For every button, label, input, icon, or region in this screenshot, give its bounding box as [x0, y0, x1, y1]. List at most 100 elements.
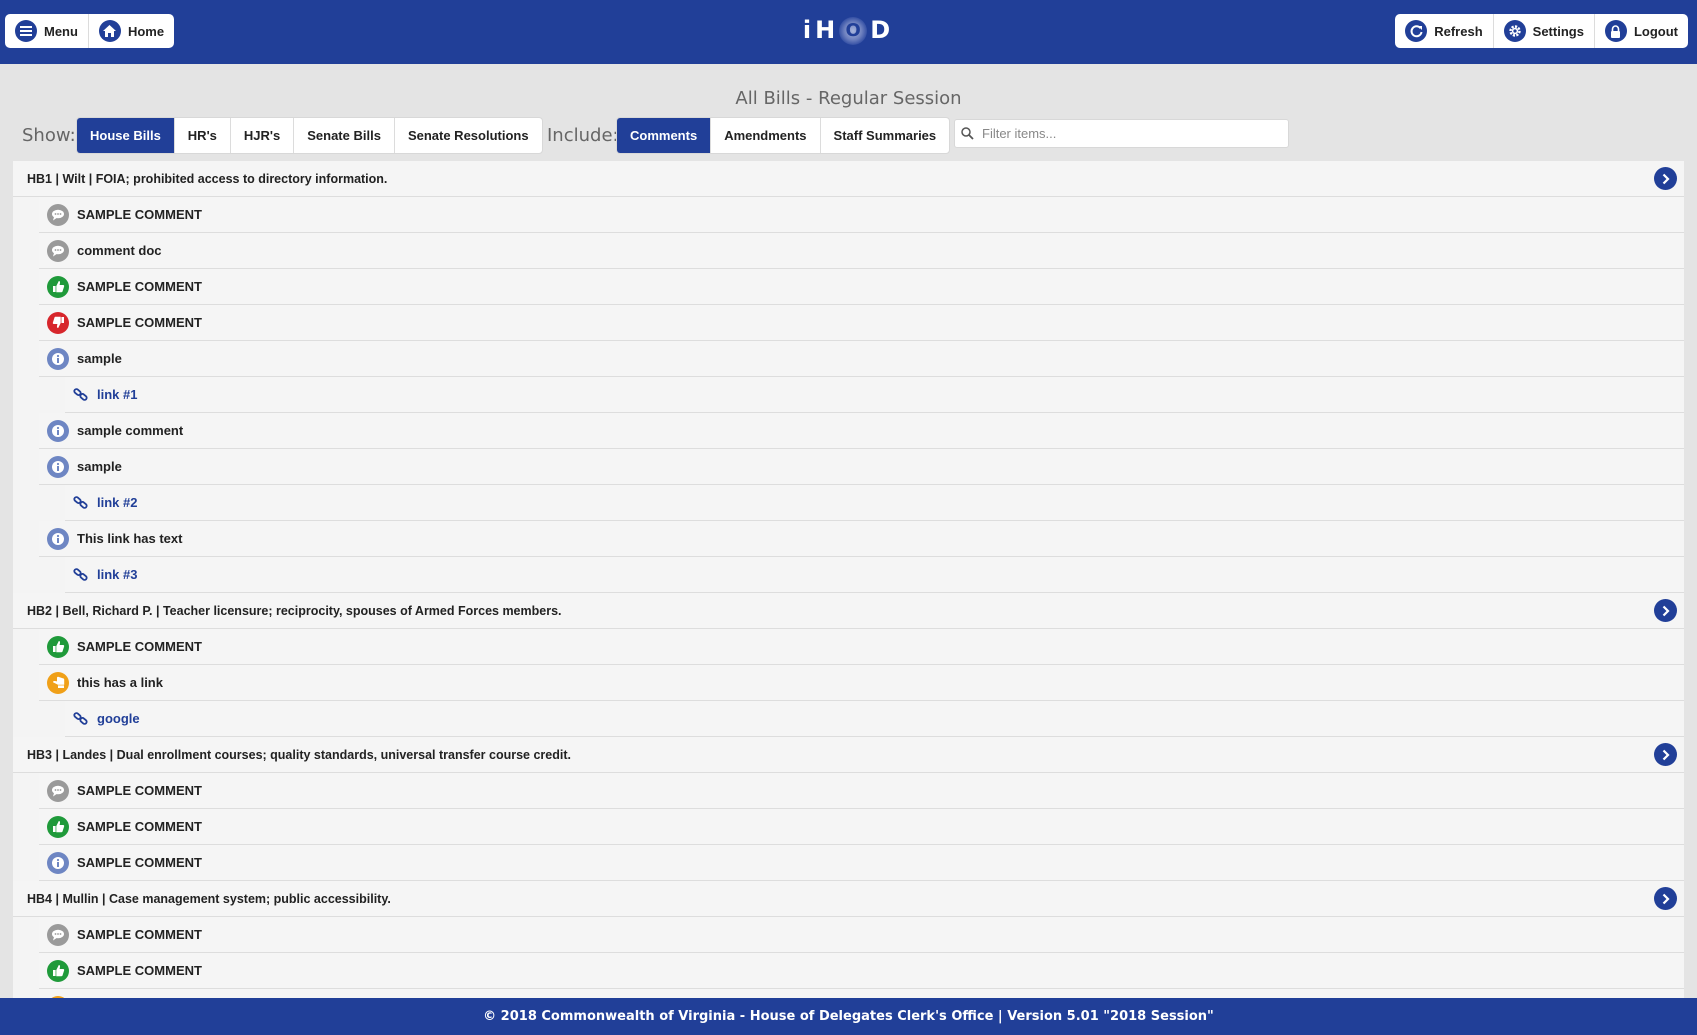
include-option-amendments[interactable]: Amendments [711, 118, 821, 153]
link-text[interactable]: link #3 [97, 567, 137, 582]
footer: © 2018 Commonwealth of Virginia - House … [0, 998, 1697, 1035]
comment-text: SAMPLE COMMENT [77, 639, 202, 654]
info-icon [47, 419, 69, 442]
include-option-comments[interactable]: Comments [617, 118, 712, 153]
comment-text: SAMPLE COMMENT [77, 279, 202, 294]
speech-bubble-icon [47, 203, 69, 226]
thumbs-up-icon [47, 275, 69, 298]
show-option-hrs[interactable]: HR's [175, 118, 231, 153]
show-option-house-bills[interactable]: House Bills [77, 118, 175, 153]
include-segmented-control: Comments Amendments Staff Summaries [616, 117, 951, 154]
comment-row[interactable]: SAMPLE COMMENT [39, 197, 1684, 233]
comment-text: sample comment [77, 423, 184, 438]
chevron-right-icon[interactable] [1654, 167, 1677, 190]
comment-row[interactable]: SAMPLE COMMENT [39, 809, 1684, 845]
comment-text: SAMPLE COMMENT [77, 855, 202, 870]
comment-row[interactable]: SAMPLE COMMENT [39, 989, 1684, 998]
comment-text: SAMPLE COMMENT [77, 207, 202, 222]
link-row[interactable]: link #1 [65, 377, 1684, 413]
logo-letter-i: i [802, 16, 816, 44]
comment-row[interactable]: This link has text [39, 521, 1684, 557]
chevron-right-icon[interactable] [1654, 599, 1677, 622]
bill-header[interactable]: HB3 | Landes | Dual enrollment courses; … [13, 737, 1684, 773]
thumbs-up-icon [47, 635, 69, 658]
top-bar: Menu Home iH O D Refresh Settings Logout [0, 0, 1697, 64]
info-icon [47, 527, 69, 550]
logout-button[interactable]: Logout [1595, 14, 1688, 48]
comment-row[interactable]: sample comment [39, 413, 1684, 449]
comment-row[interactable]: SAMPLE COMMENT [39, 305, 1684, 341]
thumbs-up-icon [47, 959, 69, 982]
gear-icon [1503, 20, 1526, 42]
link-text[interactable]: link #1 [97, 387, 137, 402]
comment-row[interactable]: SAMPLE COMMENT [39, 629, 1684, 665]
bill-list: HB1 | Wilt | FOIA; prohibited access to … [13, 161, 1684, 998]
link-row[interactable]: google [65, 701, 1684, 737]
thumbs-down-icon [47, 311, 69, 334]
lock-icon [1604, 20, 1627, 42]
comment-text: SAMPLE COMMENT [77, 315, 202, 330]
logo-letter-o: O [839, 17, 868, 45]
comment-row[interactable]: SAMPLE COMMENT [39, 845, 1684, 881]
bill-header[interactable]: HB4 | Mullin | Case management system; p… [13, 881, 1684, 917]
bill-header[interactable]: HB1 | Wilt | FOIA; prohibited access to … [13, 161, 1684, 197]
link-icon [73, 567, 88, 582]
link-icon [73, 711, 88, 726]
refresh-icon [1405, 20, 1428, 42]
comment-row[interactable]: SAMPLE COMMENT [39, 773, 1684, 809]
comment-row[interactable]: sample [39, 449, 1684, 485]
comment-text: This link has text [77, 531, 183, 546]
logout-button-label: Logout [1633, 23, 1678, 39]
chevron-right-icon[interactable] [1654, 743, 1677, 766]
chevron-right-icon[interactable] [1654, 887, 1677, 910]
logo-letter-h: H [815, 16, 840, 44]
logo-letter-d: D [870, 16, 895, 44]
filter-toolbar: Show: House Bills HR's HJR's Senate Bill… [0, 117, 1697, 154]
comment-row[interactable]: comment doc [39, 233, 1684, 269]
comment-text: comment doc [77, 243, 162, 258]
show-option-senate-bills[interactable]: Senate Bills [294, 118, 395, 153]
include-option-staff-summaries[interactable]: Staff Summaries [821, 118, 950, 153]
bill-title: HB2 | Bell, Richard P. | Teacher licensu… [27, 603, 562, 618]
info-icon [47, 455, 69, 478]
comment-text: SAMPLE COMMENT [77, 963, 202, 978]
speech-bubble-icon [47, 779, 69, 802]
comment-text: sample [77, 351, 122, 366]
comment-text: SAMPLE COMMENT [77, 783, 202, 798]
speech-bubble-icon [47, 239, 69, 262]
search-icon [961, 127, 974, 140]
settings-button[interactable]: Settings [1494, 14, 1595, 48]
show-segmented-control: House Bills HR's HJR's Senate Bills Sena… [76, 117, 543, 154]
thumbs-up-icon [47, 815, 69, 838]
bill-title: HB4 | Mullin | Case management system; p… [27, 891, 391, 906]
filter-search-box [954, 119, 1289, 148]
filter-search-input[interactable] [980, 120, 1274, 147]
action-button-group: Refresh Settings Logout [1395, 14, 1688, 48]
settings-button-label: Settings [1532, 23, 1584, 39]
link-icon [73, 387, 88, 402]
bill-header[interactable]: HB2 | Bell, Richard P. | Teacher licensu… [13, 593, 1684, 629]
refresh-button-label: Refresh [1434, 23, 1483, 39]
link-row[interactable]: link #2 [65, 485, 1684, 521]
link-text[interactable]: google [97, 711, 140, 726]
include-label: Include: [547, 125, 619, 146]
info-icon [47, 851, 69, 874]
comment-row[interactable]: this has a link [39, 665, 1684, 701]
comment-text: SAMPLE COMMENT [77, 819, 202, 834]
comment-row[interactable]: SAMPLE COMMENT [39, 269, 1684, 305]
comment-text: sample [77, 459, 122, 474]
link-icon [73, 495, 88, 510]
page-title: All Bills - Regular Session [735, 88, 962, 109]
refresh-button[interactable]: Refresh [1395, 14, 1494, 48]
link-text[interactable]: link #2 [97, 495, 137, 510]
comment-row[interactable]: sample [39, 341, 1684, 377]
thumbs-sideways-icon [47, 671, 69, 694]
bill-title: HB1 | Wilt | FOIA; prohibited access to … [27, 171, 388, 186]
comment-row[interactable]: SAMPLE COMMENT [39, 953, 1684, 989]
bill-title: HB3 | Landes | Dual enrollment courses; … [27, 747, 571, 762]
show-option-senate-resolutions[interactable]: Senate Resolutions [395, 118, 542, 153]
comment-row[interactable]: SAMPLE COMMENT [39, 917, 1684, 953]
comment-text: this has a link [77, 675, 163, 690]
link-row[interactable]: link #3 [65, 557, 1684, 593]
show-option-hjrs[interactable]: HJR's [231, 118, 295, 153]
